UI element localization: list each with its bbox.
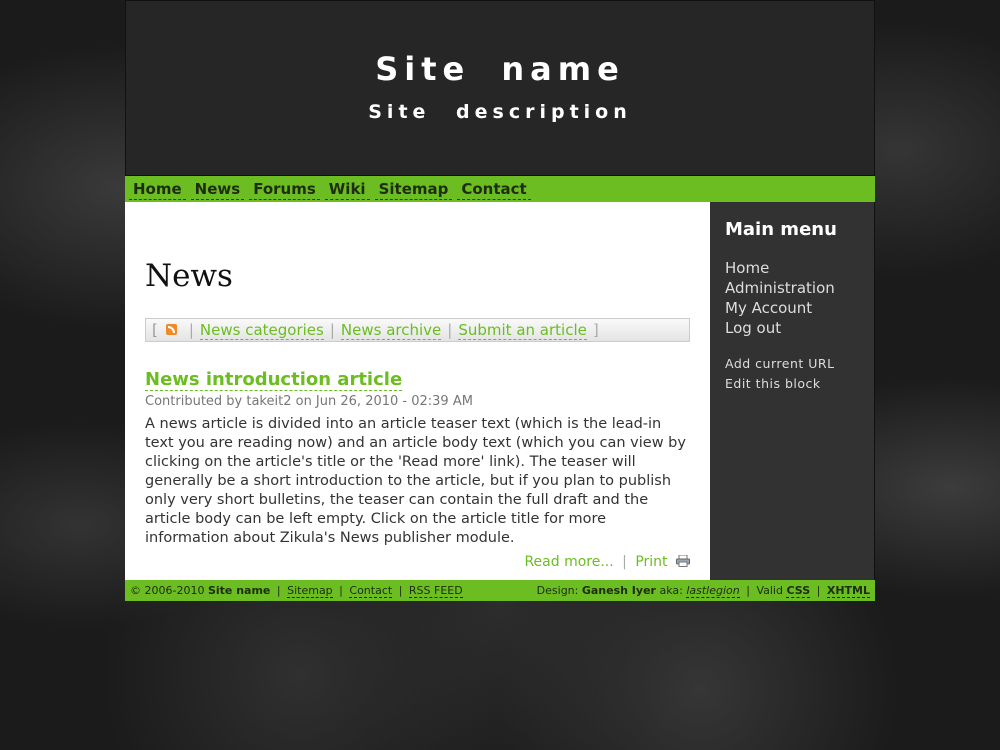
separator: |	[447, 321, 453, 339]
news-archive-link[interactable]: News archive	[340, 321, 442, 340]
nav-home[interactable]: Home	[129, 179, 186, 200]
site-description: Site description	[368, 101, 632, 123]
nav-sitemap[interactable]: Sitemap	[374, 179, 453, 200]
valid-xhtml-link[interactable]: XHTML	[826, 584, 870, 598]
separator: |	[276, 584, 281, 597]
news-categories-link[interactable]: News categories	[199, 321, 324, 340]
sidebar-title: Main menu	[725, 219, 837, 240]
aka-label: aka:	[659, 584, 683, 597]
read-more-link[interactable]: Read more...	[524, 554, 613, 570]
separator: |	[398, 584, 403, 597]
sidebar-tools: Add current URL Edit this block	[725, 354, 859, 394]
design-label: Design:	[536, 584, 579, 597]
separator: |	[746, 584, 750, 597]
footer-contact-link[interactable]: Contact	[349, 584, 393, 598]
rss-feed-icon[interactable]	[165, 324, 177, 335]
main-content: News [ | News categories | News archive …	[125, 202, 710, 580]
article-title-link[interactable]: News introduction article	[145, 369, 403, 391]
sidebar-item-my-account[interactable]: My Account	[725, 298, 859, 318]
submit-article-link[interactable]: Submit an article	[458, 321, 587, 340]
footer-rss-link[interactable]: RSS FEED	[408, 584, 463, 598]
valid-label: Valid	[756, 584, 783, 597]
add-current-url-link[interactable]: Add current URL	[725, 354, 859, 374]
footer-sitemap-link[interactable]: Sitemap	[287, 584, 333, 598]
separator: |	[188, 321, 194, 339]
sidebar-menu: Home Administration My Account Log out	[725, 258, 859, 338]
designer-alias-link[interactable]: lastlegion	[686, 584, 740, 598]
footer-left: © 2006-2010 Site name | Sitemap | Contac…	[130, 584, 463, 598]
print-link[interactable]: Print	[635, 554, 667, 570]
page-container: Site name Site description Home News For…	[125, 0, 875, 601]
bracket-open: [	[152, 321, 158, 339]
article-actions: Read more... | Print	[145, 552, 690, 572]
sidebar-item-home[interactable]: Home	[725, 258, 859, 278]
nav-wiki[interactable]: Wiki	[324, 179, 370, 200]
news-links-bar: [ | News categories | News archive | Sub…	[145, 318, 690, 342]
edit-block-link[interactable]: Edit this block	[725, 374, 859, 394]
bracket-close: ]	[592, 321, 599, 339]
separator: |	[329, 321, 335, 339]
site-footer: © 2006-2010 Site name | Sitemap | Contac…	[125, 580, 875, 601]
footer-right: Design: Ganesh Iyer aka: lastlegion | Va…	[536, 584, 870, 598]
rss-wrap[interactable]	[164, 321, 179, 339]
printer-icon[interactable]	[676, 553, 690, 567]
site-name[interactable]: Site name	[126, 1, 874, 88]
nav-contact[interactable]: Contact	[457, 179, 531, 200]
separator: |	[622, 554, 627, 570]
page-title: News	[145, 258, 233, 294]
article-title-heading: News introduction article	[145, 369, 690, 391]
nav-news[interactable]: News	[190, 179, 245, 200]
copyright-text: © 2006-2010	[130, 584, 205, 597]
separator: |	[816, 584, 821, 597]
content-area: News [ | News categories | News archive …	[125, 202, 875, 580]
sidebar-item-log-out[interactable]: Log out	[725, 318, 859, 338]
sidebar: Main menu Home Administration My Account…	[710, 202, 875, 580]
footer-site-name: Site name	[207, 584, 271, 597]
designer-link[interactable]: Ganesh Iyer	[582, 584, 656, 597]
valid-css-link[interactable]: CSS	[786, 584, 811, 598]
sidebar-item-administration[interactable]: Administration	[725, 278, 859, 298]
separator: |	[339, 584, 343, 597]
article-body: A news article is divided into an articl…	[145, 416, 686, 546]
nav-forums[interactable]: Forums	[249, 179, 320, 200]
site-header: Site name Site description	[125, 0, 875, 176]
top-navigation: Home News Forums Wiki Sitemap Contact	[125, 176, 875, 202]
article-meta: Contributed by takeit2 on Jun 26, 2010 -…	[145, 394, 473, 409]
